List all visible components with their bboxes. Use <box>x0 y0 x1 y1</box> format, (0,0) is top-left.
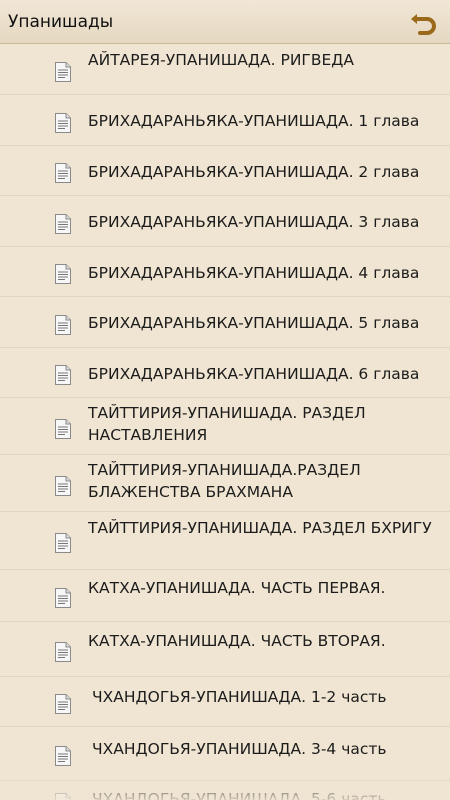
undo-arrow-icon <box>411 14 436 35</box>
list-item-label: ТАЙТТИРИЯ-УПАНИШАДА. РАЗДЕЛ БХРИГУ <box>88 519 432 537</box>
list-item[interactable]: ЧХАНДОГЬЯ-УПАНИШАДА. 5-6 часть <box>0 781 450 800</box>
document-icon <box>54 163 72 183</box>
document-icon <box>54 694 72 714</box>
list-item[interactable]: ЧХАНДОГЬЯ-УПАНИШАДА. 1-2 часть <box>0 677 450 727</box>
document-icon <box>54 264 72 284</box>
list-item-label: БРИХАДАРАНЬЯКА-УПАНИШАДА. 1 глава <box>88 112 420 130</box>
document-icon <box>54 365 72 385</box>
list-item[interactable]: БРИХАДАРАНЬЯКА-УПАНИШАДА. 6 глава <box>0 348 450 398</box>
page-title: Упанишады <box>8 12 114 32</box>
list-item-label: КАТХА-УПАНИШАДА. ЧАСТЬ ВТОРАЯ. <box>88 632 386 650</box>
document-icon <box>54 315 72 335</box>
document-icon <box>54 62 72 82</box>
list-item-label: ТАЙТТИРИЯ-УПАНИШАДА.РАЗДЕЛ БЛАЖЕНСТВА БР… <box>88 461 361 501</box>
list-item-label: БРИХАДАРАНЬЯКА-УПАНИШАДА. 5 глава <box>88 314 420 332</box>
list-item-label: ЧХАНДОГЬЯ-УПАНИШАДА. 1-2 часть <box>92 688 387 706</box>
document-icon <box>54 642 72 662</box>
list-item-label: ЧХАНДОГЬЯ-УПАНИШАДА. 5-6 часть <box>92 790 387 800</box>
list-item[interactable]: ТАЙТТИРИЯ-УПАНИШАДА. РАЗДЕЛ БХРИГУ <box>0 512 450 570</box>
document-icon <box>54 214 72 234</box>
app-header: Упанишады <box>0 0 450 44</box>
list-item[interactable]: БРИХАДАРАНЬЯКА-УПАНИШАДА. 2 глава <box>0 146 450 196</box>
list-item[interactable]: КАТХА-УПАНИШАДА. ЧАСТЬ ВТОРАЯ. <box>0 622 450 677</box>
list-item[interactable]: АЙТАРЕЯ-УПАНИШАДА. РИГВЕДА <box>0 44 450 95</box>
list-item[interactable]: БРИХАДАРАНЬЯКА-УПАНИШАДА. 5 глава <box>0 297 450 348</box>
list-item[interactable]: БРИХАДАРАНЬЯКА-УПАНИШАДА. 3 глава <box>0 196 450 247</box>
list-item-label: БРИХАДАРАНЬЯКА-УПАНИШАДА. 2 глава <box>88 163 420 181</box>
list-item-label: АЙТАРЕЯ-УПАНИШАДА. РИГВЕДА <box>88 51 355 69</box>
list-item[interactable]: КАТХА-УПАНИШАДА. ЧАСТЬ ПЕРВАЯ. <box>0 570 450 622</box>
document-icon <box>54 746 72 766</box>
document-icon <box>54 419 72 439</box>
chapter-list[interactable]: АЙТАРЕЯ-УПАНИШАДА. РИГВЕДА БРИХАДАРАНЬЯКА… <box>0 44 450 800</box>
document-icon <box>54 588 72 608</box>
list-item[interactable]: ТАЙТТИРИЯ-УПАНИШАДА.РАЗДЕЛ БЛАЖЕНСТВА БР… <box>0 455 450 512</box>
document-icon <box>54 533 72 553</box>
list-item[interactable]: ТАЙТТИРИЯ-УПАНИШАДА. РАЗДЕЛ НАСТАВЛЕНИЯ <box>0 398 450 455</box>
back-button[interactable] <box>408 6 440 38</box>
list-item-label: БРИХАДАРАНЬЯКА-УПАНИШАДА. 3 глава <box>88 213 420 231</box>
document-icon <box>54 476 72 496</box>
list-item-label: ТАЙТТИРИЯ-УПАНИШАДА. РАЗДЕЛ НАСТАВЛЕНИЯ <box>88 404 366 444</box>
list-item-label: БРИХАДАРАНЬЯКА-УПАНИШАДА. 6 глава <box>88 365 420 383</box>
list-item[interactable]: БРИХАДАРАНЬЯКА-УПАНИШАДА. 4 глава <box>0 247 450 297</box>
list-item-label: ЧХАНДОГЬЯ-УПАНИШАДА. 3-4 часть <box>92 740 387 758</box>
document-icon <box>54 793 72 800</box>
list-item-label: БРИХАДАРАНЬЯКА-УПАНИШАДА. 4 глава <box>88 264 420 282</box>
document-icon <box>54 113 72 133</box>
list-item[interactable]: ЧХАНДОГЬЯ-УПАНИШАДА. 3-4 часть <box>0 727 450 781</box>
list-item[interactable]: БРИХАДАРАНЬЯКА-УПАНИШАДА. 1 глава <box>0 95 450 146</box>
list-item-label: КАТХА-УПАНИШАДА. ЧАСТЬ ПЕРВАЯ. <box>88 579 386 597</box>
